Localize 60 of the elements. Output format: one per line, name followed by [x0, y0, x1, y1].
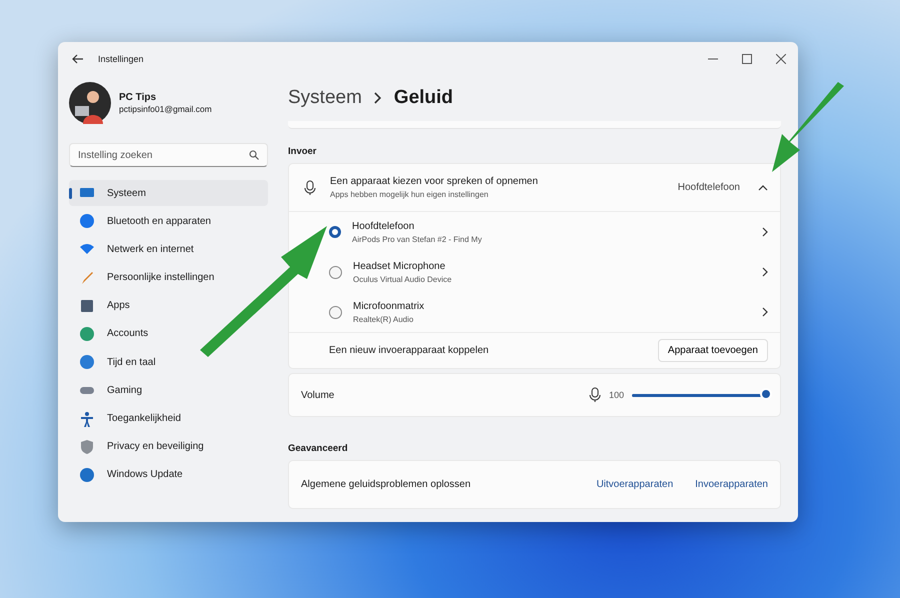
microphone-icon: [304, 180, 316, 196]
avatar-icon: [69, 82, 111, 124]
chevron-icon: [758, 184, 768, 190]
device-description: Oculus Virtual Audio Device: [353, 274, 453, 284]
account-name: PC Tips: [119, 92, 158, 103]
sidebar-item[interactable]: Privacy en beveiliging: [69, 434, 268, 460]
volume-reading: 100: [608, 390, 624, 400]
sidebar-item[interactable]: Netwerk en internet: [69, 236, 268, 262]
sidebar-item[interactable]: Bluetooth en apparaten: [69, 208, 268, 234]
radio-button[interactable]: [329, 266, 342, 278]
troubleshoot-link[interactable]: Uitvoerapparaten: [596, 479, 674, 490]
setting-title: Een apparaat kiezen voor spreken of opnemen: [330, 176, 539, 187]
device-description: AirPods Pro van Stefan #2 - Find My: [352, 234, 483, 244]
volume-label: Volume: [301, 390, 336, 400]
category-icon: [79, 298, 95, 314]
category-icon: [79, 466, 95, 483]
sidebar-item[interactable]: Persoonlijke instellingen: [69, 264, 268, 291]
sidebar-item[interactable]: Toegankelijkheid: [69, 406, 268, 432]
category-icon: [79, 438, 95, 455]
search-field[interactable]: Instelling zoeken: [69, 143, 268, 167]
category-icon: [79, 270, 95, 286]
sidebar-item[interactable]: Tijd en taal: [69, 349, 268, 376]
radio-button[interactable]: [329, 226, 341, 238]
category-icon: [79, 354, 95, 370]
section-heading: Invoer: [288, 146, 318, 157]
device-chooser[interactable]: Een apparaat kiezen voor spreken of opnemen Apps hebben mogelijk hun eigen instellingen Hoofdtelefoon: [289, 164, 780, 212]
close-icon[interactable]: [776, 54, 786, 64]
troubleshoot-link[interactable]: Invoerapparaten: [695, 479, 768, 490]
category-icon: [79, 213, 95, 230]
page-title: Geluid: [394, 87, 454, 109]
setting-description: Apps hebben mogelijk hun eigen instellingen: [330, 190, 490, 199]
back-icon: [72, 54, 84, 64]
sidebar-item[interactable]: Windows Update: [69, 462, 268, 488]
window-title: Instellingen: [98, 54, 144, 64]
account-email: pctipsinfo01@gmail.com: [119, 104, 212, 114]
breadcrumb-parent[interactable]: Systeem: [288, 87, 362, 109]
sidebar-item[interactable]: Accounts: [69, 320, 268, 347]
category-icon: [79, 326, 95, 342]
selected-device-value: Hoofdtelefoon: [678, 182, 740, 193]
setting-label: Algemene geluidsproblemen oplossen: [301, 479, 472, 490]
device-name: Headset Microphone: [353, 260, 446, 272]
sidebar-item[interactable]: Gaming: [69, 377, 268, 404]
maximize-icon[interactable]: [742, 54, 752, 64]
volume-slider-thumb[interactable]: [760, 388, 772, 400]
add-device-button[interactable]: Apparaat toevoegen: [658, 339, 768, 362]
search-icon: [249, 150, 259, 160]
device-description: Realtek(R) Audio: [353, 314, 414, 324]
sidebar-item[interactable]: Apps: [69, 292, 268, 319]
setting-label: Een nieuw invoerapparaat koppelen: [329, 345, 490, 356]
section-heading: Geavanceerd: [288, 443, 349, 454]
category-icon: [79, 410, 95, 426]
chevron-icon: [762, 267, 768, 277]
sidebar-item[interactable]: Systeem: [69, 180, 268, 206]
chevron-icon: [762, 227, 768, 237]
radio-button[interactable]: [329, 306, 342, 318]
chevron-icon: [374, 92, 382, 104]
microphone-icon: [588, 387, 601, 403]
chevron-icon: [762, 307, 768, 317]
device-name: Hoofdtelefoon: [352, 220, 416, 232]
device-name: Microfoonmatrix: [353, 300, 426, 312]
